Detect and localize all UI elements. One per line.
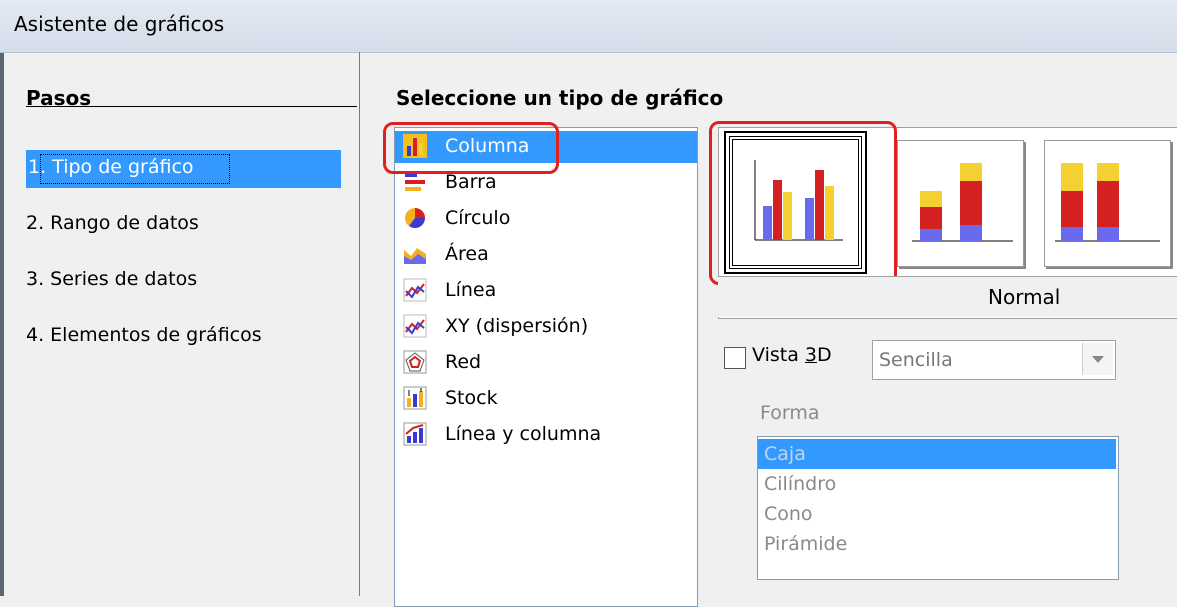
chart-type-label: Círculo xyxy=(445,207,511,229)
shape-item-label: Cilíndro xyxy=(764,473,837,495)
shape-item-cilindro[interactable]: Cilíndro xyxy=(758,469,1116,499)
focus-rect xyxy=(40,154,230,184)
3d-scheme-select[interactable]: Sencilla xyxy=(872,340,1116,380)
highlight-ring-normal xyxy=(709,121,897,285)
steps-divider xyxy=(26,106,357,107)
chart-type-label: XY (dispersión) xyxy=(445,315,589,337)
shape-label: Forma xyxy=(760,402,820,424)
percent-stacked-column-preview-icon xyxy=(1055,163,1160,242)
variant-stacked[interactable] xyxy=(897,140,1024,267)
line-column-chart-icon xyxy=(403,422,427,446)
shape-item-label: Caja xyxy=(764,443,806,465)
view-3d-mnemonic: 3 xyxy=(804,344,817,366)
view-3d-checkbox[interactable] xyxy=(724,347,746,369)
window-left-edge xyxy=(0,0,4,596)
shape-item-cono[interactable]: Cono xyxy=(758,499,1116,529)
step-data-series[interactable]: 3. Series de datos xyxy=(26,268,197,290)
window-title: Asistente de gráficos xyxy=(14,12,225,36)
shape-item-label: Cono xyxy=(764,503,813,525)
stock-chart-icon xyxy=(403,386,427,410)
stacked-column-preview-icon xyxy=(912,163,1013,242)
highlight-ring-columna xyxy=(383,122,559,174)
step-data-range[interactable]: 2. Rango de datos xyxy=(26,212,199,234)
net-chart-icon xyxy=(403,350,427,374)
chart-type-label: Stock xyxy=(445,387,498,409)
chart-type-label: Línea y columna xyxy=(445,423,602,445)
3d-scheme-value: Sencilla xyxy=(879,349,953,371)
shape-list[interactable]: Caja Cilíndro Cono Pirámide xyxy=(757,436,1119,580)
line-chart-icon xyxy=(403,278,427,302)
view-3d-label[interactable]: Vista 3D xyxy=(752,344,832,366)
chart-type-label: Área xyxy=(445,243,489,265)
variant-caption: Normal xyxy=(988,285,1061,309)
pie-chart-icon xyxy=(405,208,425,228)
shape-item-label: Pirámide xyxy=(764,533,848,555)
step-chart-type[interactable]: 1. Tipo de gráfico xyxy=(26,150,341,188)
title-bar: Asistente de gráficos xyxy=(0,0,1177,53)
step-chart-elements[interactable]: 4. Elementos de gráficos xyxy=(26,324,262,346)
panel-divider xyxy=(359,52,360,596)
chevron-down-icon[interactable] xyxy=(1082,343,1113,375)
chart-type-label: Red xyxy=(445,351,482,373)
variant-caption-bar: Normal xyxy=(718,276,1177,317)
variant-percent-stacked[interactable] xyxy=(1044,140,1171,267)
chart-type-label: Línea xyxy=(445,279,497,301)
chart-type-heading: Seleccione un tipo de gráfico xyxy=(396,86,724,110)
shape-item-caja[interactable]: Caja xyxy=(758,439,1116,469)
chart-type-label: Barra xyxy=(445,171,497,193)
xy-chart-icon xyxy=(403,314,427,338)
shape-item-piramide[interactable]: Pirámide xyxy=(758,529,1116,559)
chart-type-list[interactable]: Columna Barra Círculo Área Línea XY (dis… xyxy=(394,127,698,607)
area-chart-icon xyxy=(404,248,426,264)
